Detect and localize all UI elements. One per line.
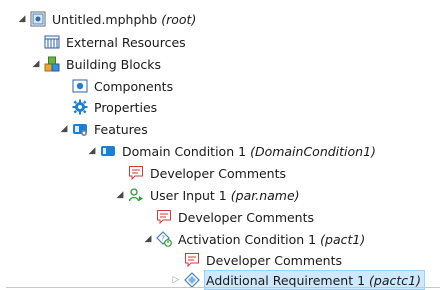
components-name: Components <box>94 78 174 94</box>
domain-condition-name: Domain Condition 1 <box>122 143 247 159</box>
expanded-arrow-icon[interactable]: ◢ <box>86 141 98 161</box>
domain-condition-icon <box>100 143 116 159</box>
tree-node-label[interactable]: Developer Comments <box>205 251 345 269</box>
features-name: Features <box>94 121 148 137</box>
tree-node-label[interactable]: Developer Comments <box>149 164 289 182</box>
tree-node-domain-condition[interactable]: ◢ Domain Condition 1 (DomainCondition1) <box>86 141 379 161</box>
tree-node-components[interactable]: Components <box>72 76 176 96</box>
developer-comments-name: Developer Comments <box>150 165 287 181</box>
tree-node-label[interactable]: Features <box>93 120 151 138</box>
domain-condition-tag: (DomainCondition1) <box>250 143 376 159</box>
tree-node-label[interactable]: Domain Condition 1 (DomainCondition1) <box>121 142 379 160</box>
root-file-icon <box>30 11 46 27</box>
root-tag: (root) <box>161 11 197 27</box>
tree-node-label[interactable]: Developer Comments <box>177 208 317 226</box>
tree-node-user-input[interactable]: ◢ User Input 1 (par.name) <box>114 185 303 205</box>
model-builder-tree: ◢ Untitled.mphphb (root) External Resour… <box>0 0 446 290</box>
tree-node-features[interactable]: ◢ Features <box>58 119 151 139</box>
comment-icon <box>184 252 200 268</box>
activation-condition-icon: ? <box>156 231 172 247</box>
tree-node-building-blocks[interactable]: ◢ Building Blocks <box>30 54 164 74</box>
tree-node-properties[interactable]: Properties <box>72 97 160 117</box>
tree-node-external-resources[interactable]: External Resources <box>44 32 189 52</box>
tree-node-root[interactable]: ◢ Untitled.mphphb (root) <box>16 9 199 29</box>
tree-node-label[interactable]: User Input 1 (par.name) <box>149 186 303 204</box>
tree-node-activation-condition[interactable]: ◢ ? Activation Condition 1 (pact1) <box>142 229 368 249</box>
features-icon <box>72 121 88 137</box>
expanded-arrow-icon[interactable]: ◢ <box>16 9 28 29</box>
tree-node-label[interactable]: Components <box>93 77 176 95</box>
root-name: Untitled.mphphb <box>52 11 158 27</box>
user-input-icon <box>128 187 144 203</box>
tree-node-developer-comments-3[interactable]: Developer Comments <box>184 250 345 270</box>
building-blocks-name: Building Blocks <box>66 56 162 72</box>
properties-name: Properties <box>94 99 158 115</box>
tree-node-label[interactable]: External Resources <box>65 33 189 51</box>
activation-condition-tag: (pact1) <box>320 231 366 247</box>
developer-comments-name: Developer Comments <box>206 252 343 268</box>
divider <box>6 287 440 288</box>
building-blocks-icon <box>44 56 60 72</box>
tree-node-developer-comments-1[interactable]: Developer Comments <box>128 163 289 183</box>
expanded-arrow-icon[interactable]: ◢ <box>30 54 42 74</box>
user-input-tag: (par.name) <box>230 187 300 203</box>
additional-requirement-name: Additional Requirement 1 <box>206 272 366 288</box>
comment-icon <box>128 165 144 181</box>
tree-node-developer-comments-2[interactable]: Developer Comments <box>156 207 317 227</box>
expanded-arrow-icon[interactable]: ◢ <box>142 229 154 249</box>
tree-node-label[interactable]: Building Blocks <box>65 55 164 73</box>
user-input-name: User Input 1 <box>150 187 227 203</box>
additional-requirement-tag: (pactc1) <box>369 272 421 288</box>
external-resources-icon <box>44 34 60 50</box>
developer-comments-name: Developer Comments <box>178 209 315 225</box>
tree-node-label[interactable]: Activation Condition 1 (pact1) <box>177 230 368 248</box>
expanded-arrow-icon[interactable]: ◢ <box>58 119 70 139</box>
gear-icon <box>72 99 88 115</box>
tree-node-label[interactable]: Untitled.mphphb (root) <box>51 10 199 28</box>
tree-node-label[interactable]: Properties <box>93 98 160 116</box>
components-icon <box>72 78 88 94</box>
comment-icon <box>156 209 172 225</box>
external-resources-name: External Resources <box>66 34 186 50</box>
additional-requirement-icon <box>184 272 200 288</box>
expanded-arrow-icon[interactable]: ◢ <box>114 185 126 205</box>
activation-condition-name: Activation Condition 1 <box>178 231 317 247</box>
